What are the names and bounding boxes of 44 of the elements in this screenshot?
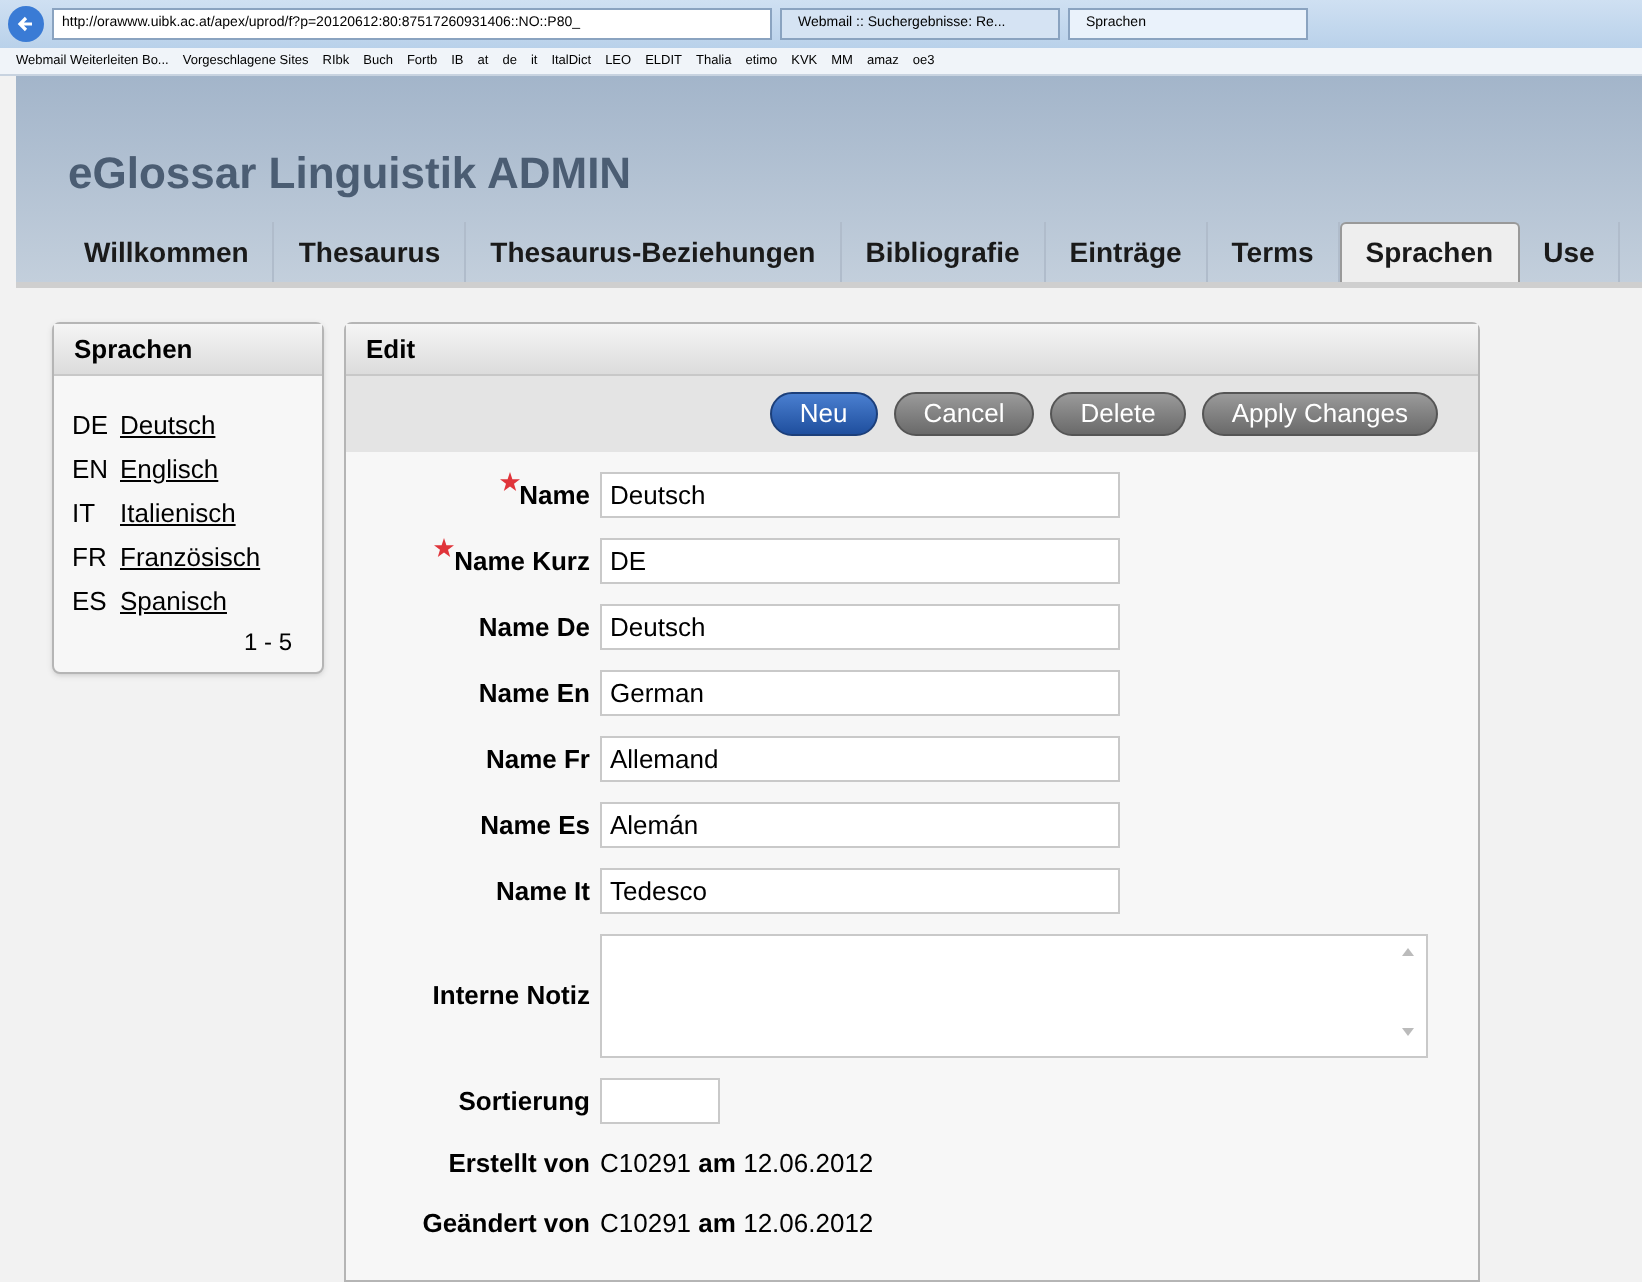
- language-code: EN: [72, 452, 111, 489]
- language-link[interactable]: Englisch: [120, 450, 219, 490]
- field-label: Erstellt von: [448, 1146, 590, 1182]
- notes-textarea[interactable]: [600, 934, 1428, 1058]
- language-link[interactable]: Deutsch: [120, 406, 216, 446]
- action-button[interactable]: Delete: [1050, 392, 1186, 436]
- panel-title: Sprachen: [54, 324, 322, 376]
- field-label: Name: [519, 477, 590, 514]
- field-label: Name Es: [480, 807, 590, 844]
- scroll-arrows-icon: [1402, 948, 1414, 1036]
- field-label: Sortierung: [458, 1083, 590, 1120]
- language-link[interactable]: Spanisch: [120, 582, 227, 622]
- text-field[interactable]: Tedesco: [600, 868, 1120, 914]
- text-field[interactable]: German: [600, 670, 1120, 716]
- back-button[interactable]: [8, 6, 44, 42]
- field-label: Name It: [496, 873, 590, 910]
- field-label: Name De: [478, 609, 590, 646]
- nav-tab[interactable]: Sprachen: [1339, 222, 1520, 282]
- language-code: FR: [72, 540, 109, 577]
- text-field[interactable]: Alemán: [600, 802, 1120, 848]
- pagination-text: 1 - 5: [243, 626, 292, 660]
- audit-info: C10291 am 12.06.2012: [600, 1146, 874, 1182]
- language-link[interactable]: Italienisch: [120, 494, 236, 534]
- language-code: IT: [72, 496, 98, 533]
- field-label: Name Kurz: [454, 543, 590, 580]
- text-field[interactable]: [600, 1078, 720, 1124]
- action-button[interactable]: Cancel: [893, 392, 1035, 436]
- field-label: Geändert von: [422, 1205, 590, 1241]
- text-field[interactable]: DE: [600, 538, 1120, 584]
- panel-title: Edit: [346, 324, 1478, 376]
- audit-info: C10291 am 12.06.2012: [600, 1205, 874, 1241]
- language-code: DE: [72, 408, 111, 445]
- action-button[interactable]: Neu: [769, 392, 878, 436]
- language-code: ES: [72, 584, 109, 621]
- field-label: Interne Notiz: [432, 978, 590, 1015]
- text-field[interactable]: Allemand: [600, 736, 1120, 782]
- app-title: eGlossar Linguistik ADMIN: [68, 146, 634, 202]
- field-label: Name En: [478, 675, 590, 712]
- action-button[interactable]: Apply Changes: [1201, 392, 1438, 436]
- text-field[interactable]: Deutsch: [600, 604, 1120, 650]
- text-field[interactable]: Deutsch: [600, 472, 1120, 518]
- field-label: Name Fr: [485, 741, 590, 778]
- back-arrow-icon: [16, 14, 36, 34]
- language-link[interactable]: Französisch: [120, 538, 261, 578]
